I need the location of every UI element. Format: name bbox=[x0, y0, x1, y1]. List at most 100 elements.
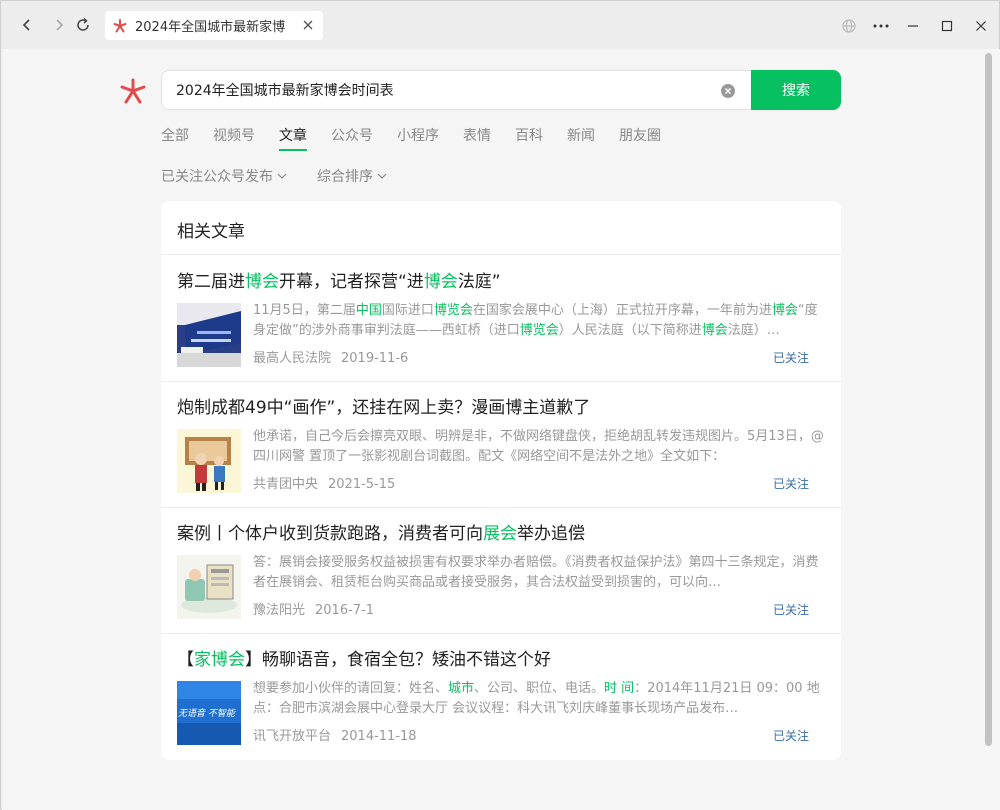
article-title[interactable]: 【家博会】畅聊语音，食宿全包？矮油不错这个好 bbox=[177, 645, 551, 670]
article-meta: 讯飞开放平台 2014-11-18 bbox=[253, 725, 417, 744]
search-input[interactable] bbox=[176, 71, 716, 109]
article-summary: 想要参加小伙伴的请回复：姓名、城市、公司、职位、电话。时 间：2014年11月2… bbox=[253, 679, 825, 719]
account-filter-dropdown[interactable]: 已关注公众号发布 bbox=[161, 166, 287, 186]
article-meta: 共青团中央 2021-5-15 bbox=[253, 473, 395, 492]
highlight-text: 展会 bbox=[483, 524, 517, 544]
search-logo-icon bbox=[113, 18, 127, 32]
maximize-button[interactable] bbox=[936, 15, 958, 37]
text-segment: 【 bbox=[177, 650, 194, 670]
type-tab[interactable]: 表情 bbox=[463, 125, 491, 151]
tab-title: 2024年全国城市最新家博会时间表 bbox=[135, 20, 285, 35]
article-item[interactable]: 第二届进博会开幕，记者探营“进博会法庭” 11月5日，第二届中国国际进口博览会在… bbox=[177, 255, 825, 381]
article-source[interactable]: 豫法阳光 bbox=[253, 603, 305, 618]
article-image bbox=[177, 555, 241, 619]
type-tab[interactable]: 视频号 bbox=[213, 125, 255, 151]
text-segment: 想要参加小伙伴的请回复：姓名、 bbox=[253, 681, 449, 696]
article-item[interactable]: 【家博会】畅聊语音，食宿全包？矮油不错这个好 无语音 不智能 想要参加小伙伴的请… bbox=[177, 633, 825, 759]
globe-icon bbox=[842, 19, 856, 33]
type-tab[interactable]: 公众号 bbox=[331, 125, 373, 151]
article-source[interactable]: 讯飞开放平台 bbox=[253, 729, 331, 744]
article-title[interactable]: 第二届进博会开幕，记者探营“进博会法庭” bbox=[177, 267, 501, 292]
article-image bbox=[177, 303, 241, 367]
article-date: 2021-5-15 bbox=[328, 477, 396, 492]
forward-button[interactable] bbox=[47, 13, 71, 37]
close-icon[interactable] bbox=[301, 18, 315, 32]
type-tab[interactable]: 百科 bbox=[515, 125, 543, 151]
search-logo-icon bbox=[120, 78, 146, 104]
globe-button[interactable] bbox=[838, 15, 860, 37]
text-segment: 案例丨个体户收到货款跑路，消费者可向 bbox=[177, 524, 483, 544]
title-bar: 2024年全国城市最新家博会时间表 bbox=[1, 1, 999, 49]
type-tab[interactable]: 文章 bbox=[279, 125, 307, 151]
text-segment: 答：展销会接受服务权益被损害有权要求举办者赔偿。《消费者权益保护法》第四十三条规… bbox=[253, 555, 819, 590]
followed-badge: 已关注 bbox=[772, 351, 809, 365]
article-thumbnail[interactable] bbox=[177, 303, 241, 367]
article-title[interactable]: 案例丨个体户收到货款跑路，消费者可向展会举办追偿 bbox=[177, 519, 585, 544]
highlight-text: 城市 bbox=[448, 681, 475, 696]
article-image bbox=[177, 429, 241, 493]
sort-filter-dropdown[interactable]: 综合排序 bbox=[317, 166, 387, 186]
highlight-text: 博览会 bbox=[519, 323, 559, 338]
highlight-text: 博会 bbox=[701, 323, 728, 338]
article-thumbnail[interactable] bbox=[177, 555, 241, 619]
search-button[interactable]: 搜索 bbox=[751, 70, 841, 110]
article-thumbnail[interactable] bbox=[177, 429, 241, 493]
article-image: 无语音 不智能 bbox=[177, 681, 241, 745]
article-meta: 最高人民法院 2019-11-6 bbox=[253, 347, 408, 366]
article-thumbnail[interactable]: 无语音 不智能 bbox=[177, 681, 241, 745]
browser-window: 2024年全国城市最新家博会时间表 搜索 全部视频号文章公众号小程序表情百科新闻… bbox=[0, 0, 1000, 810]
article-title[interactable]: 炮制成都49中“画作”，还挂在网上卖？漫画博主道歉了 bbox=[177, 393, 590, 418]
followed-badge: 已关注 bbox=[772, 603, 809, 617]
highlight-text: 博会 bbox=[423, 272, 458, 292]
article-source[interactable]: 最高人民法院 bbox=[253, 351, 331, 366]
maximize-icon bbox=[941, 20, 953, 32]
minimize-button[interactable] bbox=[902, 15, 924, 37]
article-date: 2019-11-6 bbox=[341, 351, 409, 366]
results-card: 相关文章 第二届进博会开幕，记者探营“进博会法庭” 11月5日，第二届中国国际进… bbox=[161, 201, 841, 760]
back-button[interactable] bbox=[15, 13, 39, 37]
highlight-text: 家博会 bbox=[194, 650, 245, 670]
followed-badge: 已关注 bbox=[772, 729, 809, 743]
article-source[interactable]: 共青团中央 bbox=[253, 477, 318, 492]
article-meta: 豫法阳光 2016-7-1 bbox=[253, 599, 374, 618]
type-tabs: 全部 视频号 文章 公众号 小程序 表情 百科 新闻 朋友圈 bbox=[161, 125, 685, 153]
refresh-icon bbox=[77, 17, 89, 31]
scrollbar-thumb[interactable] bbox=[985, 53, 992, 746]
clear-icon[interactable] bbox=[720, 83, 736, 99]
minimize-icon bbox=[908, 25, 918, 27]
chevron-down-icon bbox=[277, 173, 287, 179]
thumb-caption: 无语音 不智能 bbox=[178, 708, 236, 719]
window-close-icon bbox=[976, 21, 986, 31]
article-item[interactable]: 炮制成都49中“画作”，还挂在网上卖？漫画博主道歉了 他承诺，自己今后会擦亮双眼… bbox=[177, 381, 825, 507]
text-segment: ）人民法庭（以下简称进 bbox=[558, 323, 702, 338]
text-segment: 第二届进 bbox=[177, 272, 245, 292]
text-segment: 举办追偿 bbox=[517, 524, 585, 544]
article-item[interactable]: 案例丨个体户收到货款跑路，消费者可向展会举办追偿 答：展销会接受服务权益被损害有… bbox=[177, 507, 825, 633]
text-segment: 国际进口 bbox=[381, 303, 434, 318]
text-segment: 开幕，记者探营“进 bbox=[279, 272, 424, 292]
chevron-right-icon bbox=[56, 19, 64, 31]
refresh-button[interactable] bbox=[71, 13, 95, 37]
article-summary: 答：展销会接受服务权益被损害有权要求举办者赔偿。《消费者权益保护法》第四十三条规… bbox=[253, 553, 825, 593]
type-tab[interactable]: 全部 bbox=[161, 125, 189, 151]
highlight-text: 中国 bbox=[355, 303, 382, 318]
type-tab[interactable]: 朋友圈 bbox=[619, 125, 661, 151]
more-button[interactable] bbox=[870, 15, 892, 37]
search-box bbox=[161, 70, 751, 110]
filter-bar: 已关注公众号发布 综合排序 bbox=[161, 166, 417, 186]
highlight-text: 时 间 bbox=[604, 681, 635, 696]
browser-tab[interactable]: 2024年全国城市最新家博会时间表 bbox=[105, 11, 323, 40]
text-segment: 他承诺，自己今后会擦亮双眼、明辨是非，不做网络键盘侠，拒绝胡乱转发违规图片。5月… bbox=[253, 429, 824, 464]
text-segment: 法庭” bbox=[457, 272, 501, 292]
text-segment: 在国家会展中心（上海）正式拉开序幕，一年前为进 bbox=[472, 303, 772, 318]
followed-badge: 已关注 bbox=[772, 477, 809, 491]
article-summary: 他承诺，自己今后会擦亮双眼、明辨是非，不做网络键盘侠，拒绝胡乱转发违规图片。5月… bbox=[253, 427, 825, 467]
window-close-button[interactable] bbox=[970, 15, 992, 37]
text-segment: 、公司、职位、电话。 bbox=[474, 681, 605, 696]
text-segment: 】畅聊语音，食宿全包？矮油不错这个好 bbox=[245, 650, 551, 670]
highlight-text: 博览会 bbox=[433, 303, 473, 318]
text-segment: 11月5日，第二届 bbox=[253, 303, 356, 318]
type-tab[interactable]: 小程序 bbox=[397, 125, 439, 151]
type-tab[interactable]: 新闻 bbox=[567, 125, 595, 151]
text-segment: 炮制成都49中“画作”，还挂在网上卖？漫画博主道歉了 bbox=[177, 398, 591, 418]
